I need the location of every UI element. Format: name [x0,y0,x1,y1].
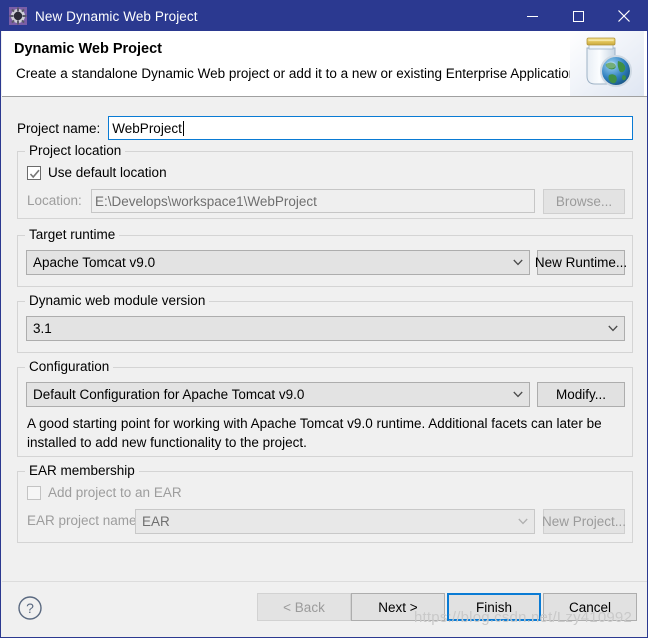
add-project-to-ear-checkbox: Add project to an EAR [27,485,182,500]
module-version-group-title: Dynamic web module version [25,293,210,308]
configuration-group-title: Configuration [25,359,114,374]
modify-button[interactable]: Modify... [537,382,625,407]
module-version-combo[interactable]: 3.1 [26,316,625,341]
chevron-down-icon [512,518,534,525]
gear-icon [9,7,27,25]
location-value: E:\Develops\workspace1\WebProject [95,193,317,209]
finish-button[interactable]: Finish [447,593,541,621]
window-title: New Dynamic Web Project [35,8,198,24]
add-project-to-ear-label: Add project to an EAR [48,485,182,500]
page-title: Dynamic Web Project [14,41,163,57]
dialog-body: Project name: WebProject Project locatio… [2,98,647,581]
help-circle-icon[interactable]: ? [17,595,43,621]
configuration-description-line-2: installed to add new functionality to th… [27,435,307,450]
project-name-label: Project name: [17,120,101,136]
project-name-input[interactable]: WebProject [108,116,633,140]
close-icon[interactable] [601,1,647,31]
back-button: < Back [257,593,351,621]
ear-project-name-combo: EAR [135,509,535,534]
minimize-icon[interactable] [509,1,555,31]
configuration-group: Configuration Default Configuration for … [17,359,633,457]
new-runtime-button[interactable]: New Runtime... [535,250,627,275]
jar-with-globe-icon [570,31,644,96]
target-runtime-group-title: Target runtime [25,227,120,242]
checkbox-box [27,165,41,180]
configuration-description-line-1: A good starting point for working with A… [27,416,602,431]
check-icon [29,169,40,178]
cancel-button[interactable]: Cancel [543,593,637,621]
window-controls [509,1,647,31]
text-caret [182,120,184,136]
new-dynamic-web-project-dialog: New Dynamic Web Project Dynamic Web Proj… [0,0,648,638]
chevron-down-icon [507,391,529,398]
checkbox-box [27,485,41,500]
use-default-location-checkbox[interactable]: Use default location [27,165,167,180]
project-location-group-title: Project location [25,143,126,158]
next-button[interactable]: Next > [351,593,445,621]
ear-membership-group: EAR membership Add project to an EAR EAR… [17,463,633,543]
target-runtime-combo[interactable]: Apache Tomcat v9.0 [26,250,530,275]
module-version-group: Dynamic web module version 3.1 [17,293,633,353]
target-runtime-group: Target runtime Apache Tomcat v9.0 New Ru… [17,227,633,287]
title-bar: New Dynamic Web Project [1,1,647,31]
use-default-location-label: Use default location [48,165,167,180]
project-name-value: WebProject [112,120,182,136]
browse-button: Browse... [543,189,625,214]
new-project-button: New Project... [542,509,626,534]
location-label: Location: [27,193,82,208]
module-version-value: 3.1 [33,321,52,336]
location-input: E:\Develops\workspace1\WebProject [91,189,535,213]
ear-project-name-value: EAR [142,514,170,529]
configuration-combo[interactable]: Default Configuration for Apache Tomcat … [26,382,530,407]
dialog-header: Dynamic Web Project Create a standalone … [2,31,647,97]
chevron-down-icon [602,325,624,332]
project-location-group: Project location Use default location Lo… [17,143,633,219]
chevron-down-icon [507,259,529,266]
configuration-value: Default Configuration for Apache Tomcat … [33,387,305,402]
dialog-footer: ? < Back Next > Finish Cancel [2,581,647,637]
project-name-row: Project name: WebProject [17,116,633,140]
svg-text:?: ? [26,600,34,616]
target-runtime-value: Apache Tomcat v9.0 [33,255,156,270]
ear-project-name-label: EAR project name: [27,513,141,528]
ear-membership-group-title: EAR membership [25,463,139,478]
page-description: Create a standalone Dynamic Web project … [16,66,581,81]
maximize-icon[interactable] [555,1,601,31]
